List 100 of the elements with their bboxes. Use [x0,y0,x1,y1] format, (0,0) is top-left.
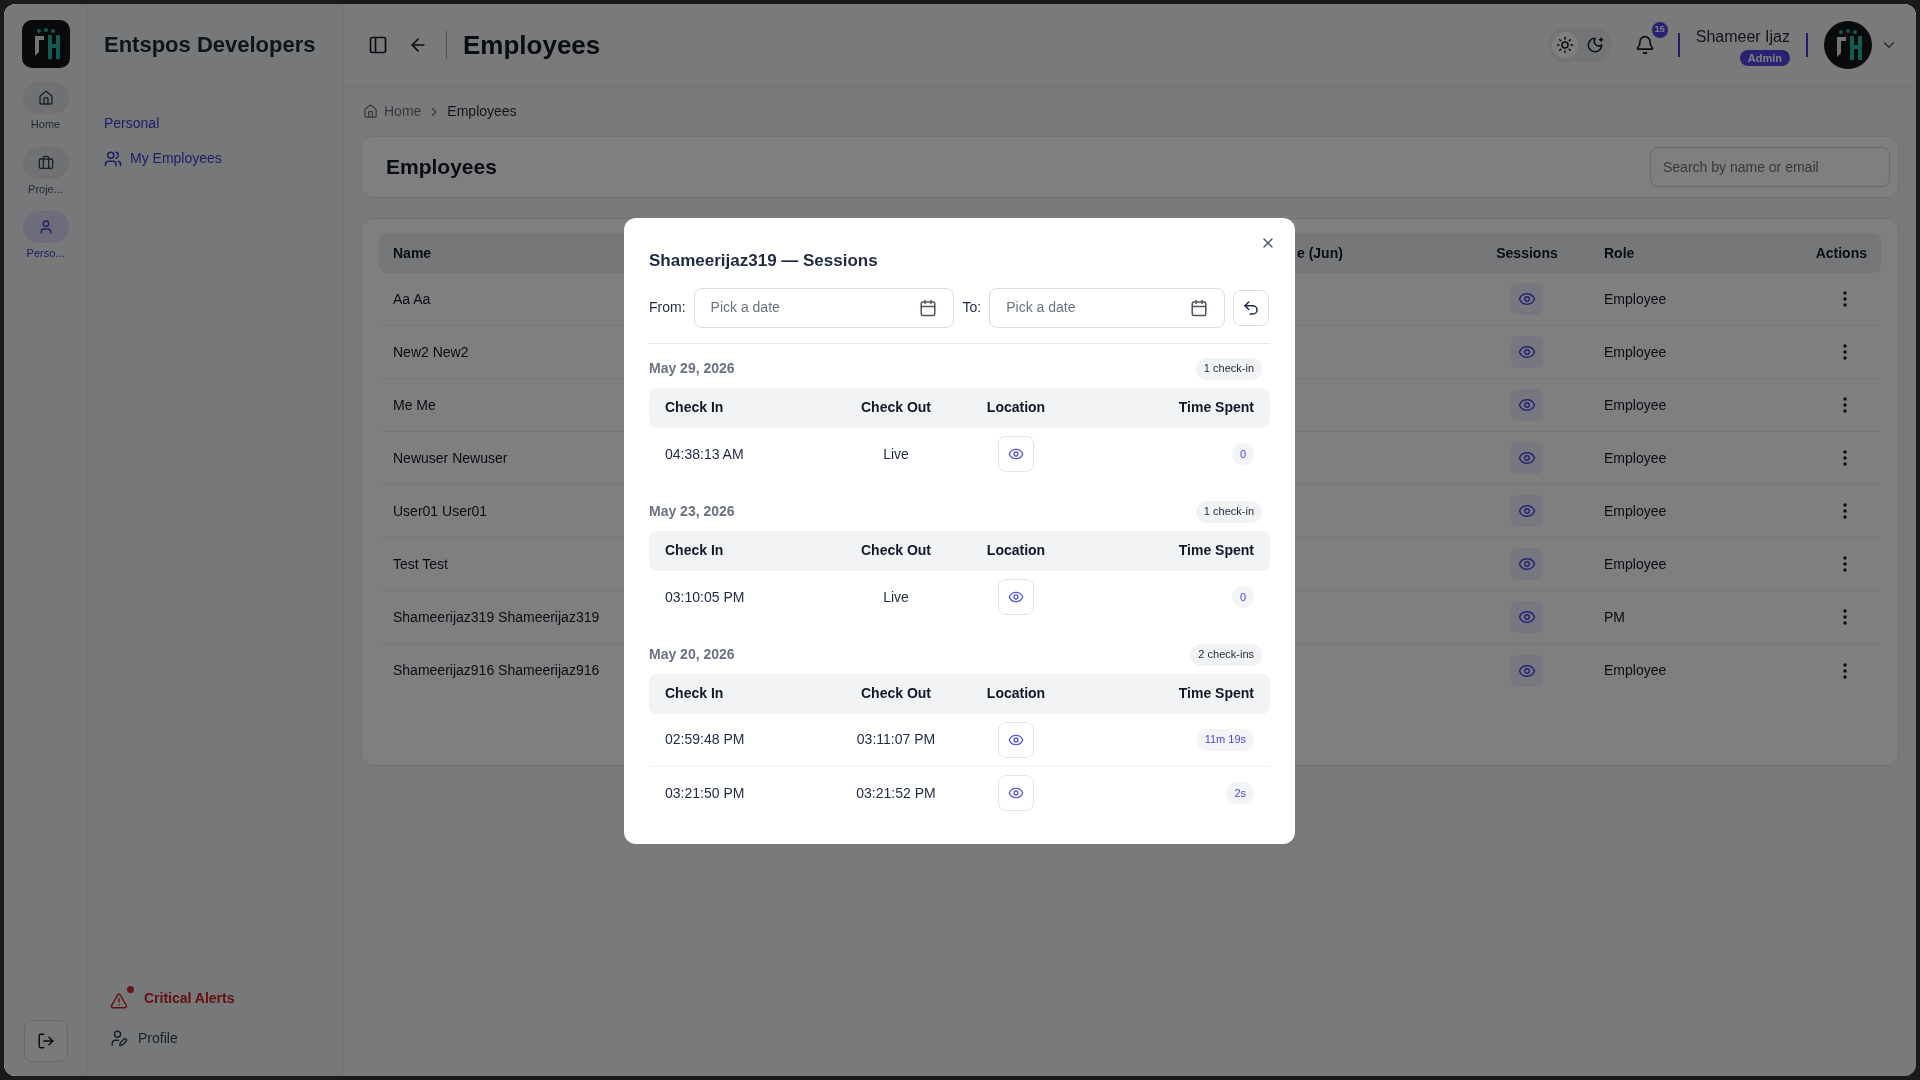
table-cell-text: PM [1604,607,1625,627]
moon-icon [1585,36,1604,54]
sessions-button[interactable] [1511,389,1543,421]
eye-icon [1518,502,1536,520]
table-cell-text: Employee [1604,395,1667,415]
table-cell-text: Shameerijaz319 Shameerijaz319 [393,607,600,627]
table-cell-text: User01 User01 [393,501,488,521]
role-badge: Admin [1739,49,1790,66]
table-cell-text: Live [883,587,909,607]
more-icon [1843,291,1847,307]
breadcrumb-link[interactable]: Home [384,101,422,122]
notification-count: 15 [1651,22,1668,38]
column-header: Actions [1815,243,1868,263]
column-header: Check In [665,684,725,703]
eye-icon [1518,449,1536,467]
column-header: Location [986,684,1046,703]
rail-label: Perso... [26,246,65,261]
location-button[interactable] [998,579,1034,615]
logout-button[interactable] [23,1020,68,1062]
sessions-button[interactable] [1511,548,1543,580]
column-header: Time Spent [1178,684,1254,703]
app-logo [21,20,70,68]
table-cell-text: 04:38:13 AM [665,444,745,464]
sidebar-toggle-icon [368,35,388,55]
alert-icon [110,986,134,1010]
column-header: Time Spent [1178,398,1254,417]
check-in-count: 1 check-in [1195,357,1262,380]
table-cell-text: Aa Aa [393,289,431,309]
time-spent-badge: 0 [1231,443,1254,465]
sidebar-footer-item[interactable]: Profile [104,1018,327,1058]
rail-button[interactable] [22,82,69,114]
table-cell-text: Employee [1604,554,1667,574]
eye-icon [1008,589,1024,605]
column-header: Location [986,541,1046,560]
rail-button[interactable] [22,211,69,243]
from-date-picker[interactable]: Pick a date [693,287,954,328]
table-cell-text: 03:11:07 PM [856,730,936,749]
theme-option[interactable] [1551,32,1578,58]
to-label: To: [962,298,982,317]
column-header: Sessions [1496,243,1558,263]
sessions-button[interactable] [1511,654,1543,687]
day-date: May 29, 2026 [649,359,735,378]
sessions-button[interactable] [1511,283,1543,315]
rail-label: Proje... [28,181,63,197]
sun-icon [1555,36,1574,54]
sessions-button[interactable] [1511,601,1543,633]
table-cell-text: Shameerijaz916 Shameerijaz916 [393,661,600,680]
column-header: Check In [665,398,725,417]
column-header: Name [392,243,432,263]
table-cell-text: Newuser Newuser [393,448,508,468]
more-icon [1843,662,1847,679]
to-date-picker[interactable]: Pick a date [989,287,1226,328]
more-icon [1843,503,1847,519]
table-cell-text: Test Test [393,554,448,574]
rail-label: Home [30,117,61,132]
undo-icon [1242,298,1261,317]
table-cell-text: Employee [1604,342,1667,362]
rail-item-icon [37,90,54,106]
sidebar-footer-item[interactable]: Critical Alerts [104,978,327,1018]
eye-icon [1518,290,1536,308]
reset-button[interactable] [1233,289,1270,326]
column-header: Check Out [861,398,931,417]
column-header: Role [1603,243,1635,263]
day-date: May 23, 2026 [649,502,735,521]
sessions-button[interactable] [1511,442,1543,474]
location-button[interactable] [998,721,1034,758]
table-cell-text: New2 New2 [393,342,469,362]
location-button[interactable] [998,775,1034,811]
organization-name: Entspos Developers [104,31,317,59]
dialog-title: Shameerijaz319 — Sessions [649,250,879,272]
column-header: Location [986,398,1046,417]
table-cell-text: 03:10:05 PM [665,587,746,607]
user-pen-icon [110,1029,128,1047]
rail-item-icon [37,154,54,171]
eye-icon [1008,446,1024,462]
check-in-count: 2 check-ins [1190,643,1262,666]
user-avatar [1824,21,1872,69]
breadcrumb-current: Employees [447,102,517,121]
table-cell-text: Employee [1604,289,1667,309]
column-header: e (Jun) [1297,243,1343,263]
eye-icon [1518,608,1536,626]
column-header: Check In [665,541,725,560]
logout-icon [36,1032,55,1050]
sessions-button[interactable] [1511,336,1543,368]
users-icon [104,149,122,168]
time-spent-badge: 0 [1231,586,1254,608]
more-icon [1843,397,1847,413]
rail-button[interactable] [22,146,69,179]
column-header: Check Out [861,541,931,560]
sidebar-item[interactable]: My Employees [104,148,327,169]
eye-icon [1518,343,1536,361]
table-cell-text: 03:21:52 PM [856,783,936,803]
location-button[interactable] [998,436,1034,472]
sessions-button[interactable] [1511,495,1543,527]
table-cell-text: Employee [1604,448,1667,468]
search-field[interactable]: Search by name or email [1650,147,1890,187]
calendar-icon [918,298,937,317]
more-icon [1843,344,1847,360]
check-in-count: 1 check-in [1195,500,1262,523]
eye-icon [1008,785,1024,801]
